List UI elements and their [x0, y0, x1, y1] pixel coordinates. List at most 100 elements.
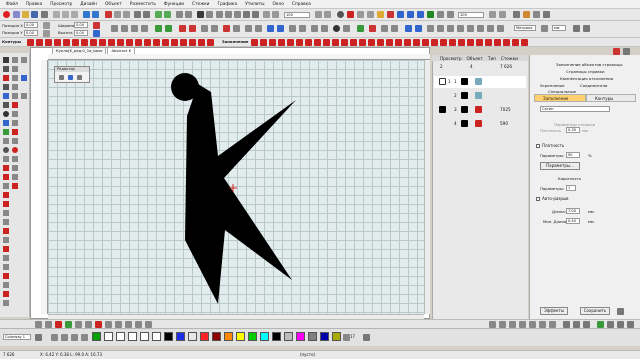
zoom-box-icon[interactable]	[215, 11, 223, 18]
distribute-icon[interactable]	[416, 11, 424, 18]
lettering-icon[interactable]	[142, 11, 150, 18]
grid-icon[interactable]	[113, 11, 121, 18]
trim-bottom-icon[interactable]	[94, 321, 102, 328]
group-icon[interactable]	[154, 25, 162, 32]
pen-icon[interactable]	[67, 75, 73, 80]
link-fill-objects[interactable]: Заполнение объектов страницы	[556, 62, 622, 67]
end-icon[interactable]	[548, 321, 556, 328]
zoom-minus-icon[interactable]	[498, 11, 506, 18]
menu-file[interactable]: Файл	[6, 2, 18, 7]
ellipse-icon[interactable]	[476, 25, 484, 32]
color-swatch[interactable]	[248, 332, 257, 341]
rotate-icon[interactable]	[386, 11, 394, 18]
array-icon[interactable]	[310, 25, 318, 32]
undo-icon[interactable]	[82, 11, 90, 18]
star-icon[interactable]	[496, 25, 504, 32]
merge-icon[interactable]	[74, 321, 82, 328]
autosplit-checkbox-row[interactable]: Авто-разрыв	[536, 196, 569, 201]
carving-icon[interactable]	[403, 39, 411, 46]
branch-icon[interactable]	[178, 25, 186, 32]
select-icon[interactable]	[196, 11, 204, 18]
col-preview[interactable]: Просмотр	[440, 56, 462, 61]
layer-icon[interactable]	[34, 321, 42, 328]
shape-fill-icon[interactable]	[376, 39, 384, 46]
ruler-icon[interactable]	[572, 25, 580, 32]
splitfill-icon[interactable]	[466, 39, 474, 46]
blanket-icon[interactable]	[71, 39, 79, 46]
col-stitches[interactable]: Стежки	[501, 56, 518, 61]
folder-icon[interactable]	[522, 11, 530, 18]
panel-icon[interactable]	[532, 11, 540, 18]
net-icon[interactable]	[421, 39, 429, 46]
menu-functions[interactable]: Функции	[164, 2, 184, 7]
black-circle-icon[interactable]	[332, 25, 340, 32]
outline-icon[interactable]	[200, 25, 208, 32]
color-swatch[interactable]	[272, 332, 281, 341]
reshape-icon[interactable]	[205, 11, 213, 18]
density-checkbox[interactable]	[536, 144, 540, 148]
feather-icon[interactable]	[179, 39, 187, 46]
color-swatch[interactable]	[260, 332, 269, 341]
picture-icon[interactable]	[376, 11, 384, 18]
lock-layer-icon[interactable]	[44, 321, 52, 328]
magic-icon[interactable]	[222, 25, 230, 32]
color-swatch[interactable]	[104, 332, 113, 341]
trapunto-icon[interactable]	[313, 39, 321, 46]
step-forward-icon[interactable]	[528, 321, 536, 328]
design-canvas[interactable]	[48, 60, 424, 314]
zz-icon[interactable]	[206, 39, 214, 46]
triple-run-icon[interactable]	[35, 39, 43, 46]
tab-fill[interactable]: Заполнение	[534, 94, 586, 102]
zoom-plus-icon[interactable]	[446, 11, 454, 18]
object-row[interactable]: 2	[434, 90, 526, 102]
open-icon[interactable]	[21, 11, 29, 18]
density-input[interactable]: 0.30	[566, 127, 580, 133]
closed-icon[interactable]	[390, 25, 398, 32]
join-icon[interactable]	[254, 25, 262, 32]
save-button[interactable]: Сохранить	[580, 307, 610, 315]
color-swatch[interactable]	[176, 332, 185, 341]
colorway-select[interactable]: Colorway 1	[3, 334, 31, 340]
pan-icon[interactable]	[224, 11, 232, 18]
zoom-1to1-icon[interactable]	[488, 11, 496, 18]
blackwork-icon[interactable]	[430, 39, 438, 46]
chenille-icon[interactable]	[448, 39, 456, 46]
units-select-2[interactable]: мм	[552, 25, 566, 31]
wilcom-logo-icon[interactable]	[2, 11, 10, 18]
color-swatch[interactable]	[164, 332, 173, 341]
motif-run-icon[interactable]	[80, 39, 88, 46]
settings-icon[interactable]	[512, 11, 520, 18]
wave-fill-icon[interactable]	[349, 39, 357, 46]
object-row[interactable]: 4 590	[434, 118, 526, 130]
fill-type-select[interactable]: Сатин	[540, 106, 610, 112]
polyline-icon[interactable]	[456, 25, 464, 32]
scale-icon[interactable]	[92, 22, 100, 29]
offset-icon[interactable]	[210, 25, 218, 32]
tab-doc-2[interactable]: Abstract K	[107, 47, 136, 54]
menu-object[interactable]: Объект	[105, 2, 122, 7]
radial-icon[interactable]	[331, 39, 339, 46]
show-icon[interactable]	[175, 11, 183, 18]
alert-icon[interactable]	[368, 25, 376, 32]
brush-icon[interactable]	[76, 75, 82, 80]
step-icon[interactable]	[508, 321, 516, 328]
hoop-view-icon[interactable]	[242, 11, 250, 18]
object-row[interactable]: 3 7025	[434, 104, 526, 116]
menu-graphics[interactable]: Графика	[217, 2, 237, 7]
print-icon[interactable]	[40, 11, 48, 18]
travel-icon[interactable]	[154, 11, 162, 18]
design-letter-k[interactable]	[185, 84, 296, 304]
play-back-icon[interactable]	[488, 321, 496, 328]
sculpture-fill-icon[interactable]	[358, 39, 366, 46]
nodes-icon[interactable]	[404, 25, 412, 32]
applique-fill-icon[interactable]	[520, 39, 528, 46]
fancy-icon[interactable]	[277, 39, 285, 46]
palette-match-icon[interactable]	[80, 334, 88, 341]
stemstitch-icon[interactable]	[53, 39, 61, 46]
panel-close-icon[interactable]	[622, 48, 630, 55]
sequence-color-icon[interactable]	[64, 321, 72, 328]
path-icon[interactable]	[380, 25, 388, 32]
hoop-icon[interactable]	[122, 11, 130, 18]
settings-bottom-icon[interactable]	[616, 321, 624, 328]
play-forward-icon[interactable]	[538, 321, 546, 328]
